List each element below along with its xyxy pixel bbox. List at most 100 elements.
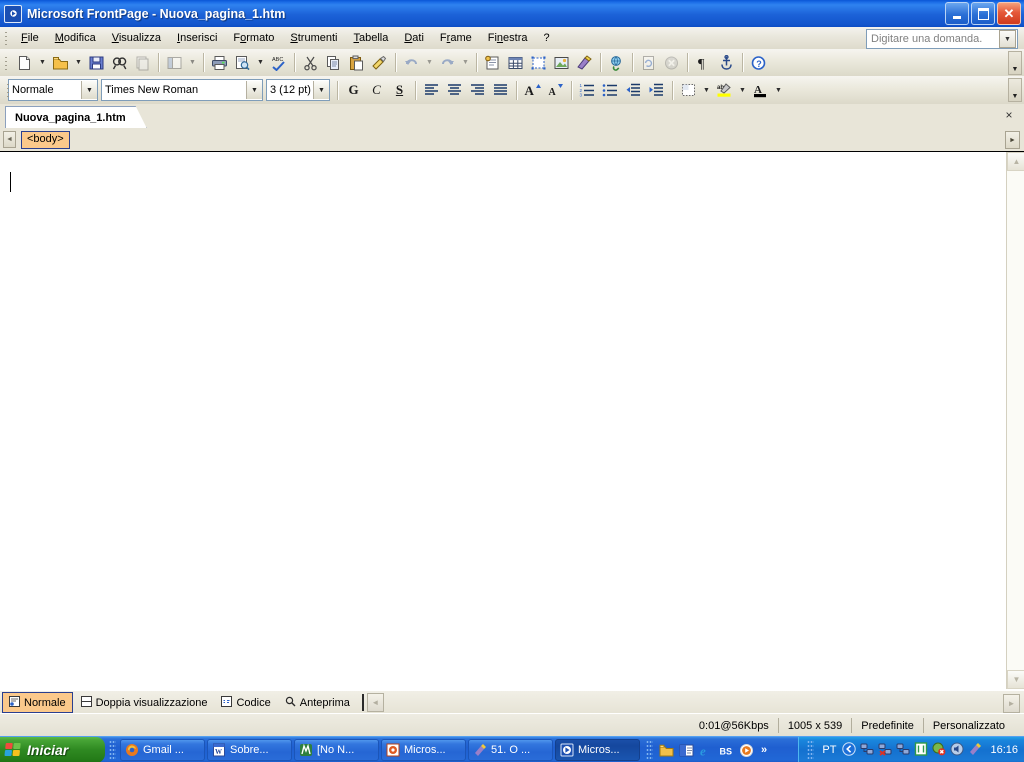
formatting-toolbar-gripper[interactable]	[4, 81, 13, 99]
taskbar-clock[interactable]: 16:16	[990, 744, 1018, 756]
menu-visualizza[interactable]: Visualizza	[104, 29, 169, 48]
status-defaults[interactable]: Predefinite	[851, 718, 923, 733]
vertical-scrollbar[interactable]: ▲ ▼	[1006, 152, 1024, 689]
stop-icon[interactable]	[660, 52, 683, 74]
scroll-down-button[interactable]: ▼	[1007, 670, 1024, 689]
taskbar-button-micros-access[interactable]: Micros...	[381, 739, 466, 761]
menu-finestra[interactable]: Finestra	[480, 29, 536, 48]
restore-button[interactable]	[971, 2, 995, 25]
paint-tray-icon[interactable]	[968, 742, 982, 759]
menu-gripper[interactable]	[2, 29, 11, 47]
web-component-icon[interactable]	[481, 52, 504, 74]
highlight-color-dropdown-icon[interactable]: ▼	[736, 79, 749, 101]
increase-font-size-icon[interactable]: A	[521, 79, 544, 101]
help-icon[interactable]: ?	[747, 52, 770, 74]
numbered-list-icon[interactable]: 123	[576, 79, 599, 101]
antivirus-alert-icon[interactable]	[932, 742, 946, 759]
undo-icon[interactable]	[400, 52, 423, 74]
borders-dropdown-icon[interactable]: ▼	[700, 79, 713, 101]
standard-toolbar-overflow-button[interactable]: ▼	[1008, 51, 1022, 75]
borders-icon[interactable]	[677, 79, 700, 101]
open-dropdown-icon[interactable]: ▼	[72, 52, 85, 74]
cut-icon[interactable]	[299, 52, 322, 74]
bookmark-icon[interactable]	[715, 52, 738, 74]
align-right-icon[interactable]	[466, 79, 489, 101]
formatting-toolbar-overflow-button[interactable]: ▼	[1008, 78, 1022, 102]
view-tab-doppia-visualizzazione[interactable]: Doppia visualizzazione	[75, 693, 214, 712]
volume-icon[interactable]	[950, 742, 964, 759]
justify-icon[interactable]	[489, 79, 512, 101]
decrease-indent-icon[interactable]	[622, 79, 645, 101]
quicklaunch-more-icon[interactable]: »	[761, 744, 767, 756]
print-preview-dropdown-icon[interactable]: ▼	[254, 52, 267, 74]
redo-dropdown-icon[interactable]: ▼	[459, 52, 472, 74]
show-marks-icon[interactable]: ¶	[692, 52, 715, 74]
taskbar-button-no-n[interactable]: [No N...	[294, 739, 379, 761]
align-left-icon[interactable]	[420, 79, 443, 101]
tag-scroll-right-button[interactable]: ►	[1005, 131, 1020, 149]
toggle-pane-dropdown-icon[interactable]: ▼	[186, 52, 199, 74]
tray-gripper[interactable]	[807, 740, 815, 760]
menu-file[interactable]: FFileile	[13, 29, 47, 48]
view-tab-codice[interactable]: Codice	[215, 693, 276, 712]
menu-inserisci[interactable]: Inserisci	[169, 29, 225, 48]
font-size-combo[interactable]: 3 (12 pt) ▼	[266, 79, 330, 101]
decrease-font-size-icon[interactable]: A	[544, 79, 567, 101]
minimize-button[interactable]	[945, 2, 969, 25]
chevron-down-icon[interactable]: ▼	[81, 81, 97, 99]
font-combo[interactable]: Times New Roman ▼	[101, 79, 263, 101]
bs-player-icon[interactable]: BS	[719, 743, 734, 758]
bulleted-list-icon[interactable]	[599, 79, 622, 101]
menu-formato[interactable]: Formato	[225, 29, 282, 48]
copy-icon[interactable]	[322, 52, 345, 74]
insert-picture-icon[interactable]	[550, 52, 573, 74]
print-preview-icon[interactable]	[231, 52, 254, 74]
network-icon[interactable]	[860, 742, 874, 759]
taskbar-button-gmail[interactable]: Gmail ...	[120, 739, 205, 761]
network-disconnected-icon[interactable]	[878, 742, 892, 759]
insert-table-icon[interactable]	[504, 52, 527, 74]
spelling-icon[interactable]: ABC	[267, 52, 290, 74]
folder-icon[interactable]	[659, 743, 674, 758]
bold-button[interactable]: G	[342, 79, 365, 101]
layout-table-icon[interactable]	[527, 52, 550, 74]
menu-tabella[interactable]: Tabella	[345, 29, 396, 48]
taskbar-button-51-o[interactable]: 51. O ...	[468, 739, 553, 761]
refresh-icon[interactable]	[637, 52, 660, 74]
highlight-color-icon[interactable]: ab	[713, 79, 736, 101]
close-button[interactable]: ✕	[997, 2, 1021, 25]
undo-dropdown-icon[interactable]: ▼	[423, 52, 436, 74]
menu-dati[interactable]: Dati	[396, 29, 432, 48]
format-painter-icon[interactable]	[368, 52, 391, 74]
font-color-dropdown-icon[interactable]: ▼	[772, 79, 785, 101]
language-indicator[interactable]: PT	[822, 744, 836, 756]
drawing-icon[interactable]	[573, 52, 596, 74]
style-combo[interactable]: Normale ▼	[8, 79, 98, 101]
new-page-icon[interactable]	[13, 52, 36, 74]
italic-button[interactable]: C	[365, 79, 388, 101]
print-icon[interactable]	[208, 52, 231, 74]
save-icon[interactable]	[85, 52, 108, 74]
network-2-icon[interactable]	[896, 742, 910, 759]
publish-site-icon[interactable]	[131, 52, 154, 74]
hyperlink-icon[interactable]	[605, 52, 628, 74]
chevron-down-icon[interactable]: ▼	[246, 81, 262, 99]
view-scroll-right-button[interactable]: ►	[1003, 694, 1020, 713]
status-custom[interactable]: Personalizzato	[922, 718, 1014, 733]
chevron-down-icon[interactable]: ▼	[313, 81, 329, 99]
ask-a-question-box[interactable]: Digitare una domanda. ▼	[866, 29, 1018, 49]
view-scroll-left-button[interactable]: ◄	[366, 693, 384, 712]
scroll-up-button[interactable]: ▲	[1007, 152, 1024, 171]
document-tab[interactable]: Nuova_pagina_1.htm	[5, 106, 147, 128]
underline-button[interactable]: S	[388, 79, 411, 101]
menu-frame[interactable]: Frame	[432, 29, 480, 48]
font-color-icon[interactable]: A	[749, 79, 772, 101]
standard-toolbar-gripper[interactable]	[2, 53, 11, 72]
outlook-icon[interactable]	[679, 743, 694, 758]
paste-icon[interactable]	[345, 52, 368, 74]
tag-scroll-left-button[interactable]: ◄	[3, 131, 16, 148]
view-tab-normale[interactable]: Normale	[2, 692, 73, 713]
start-button[interactable]: Iniciar	[0, 737, 105, 762]
taskbar-gripper[interactable]	[109, 740, 116, 760]
page-canvas[interactable]	[0, 152, 1006, 689]
